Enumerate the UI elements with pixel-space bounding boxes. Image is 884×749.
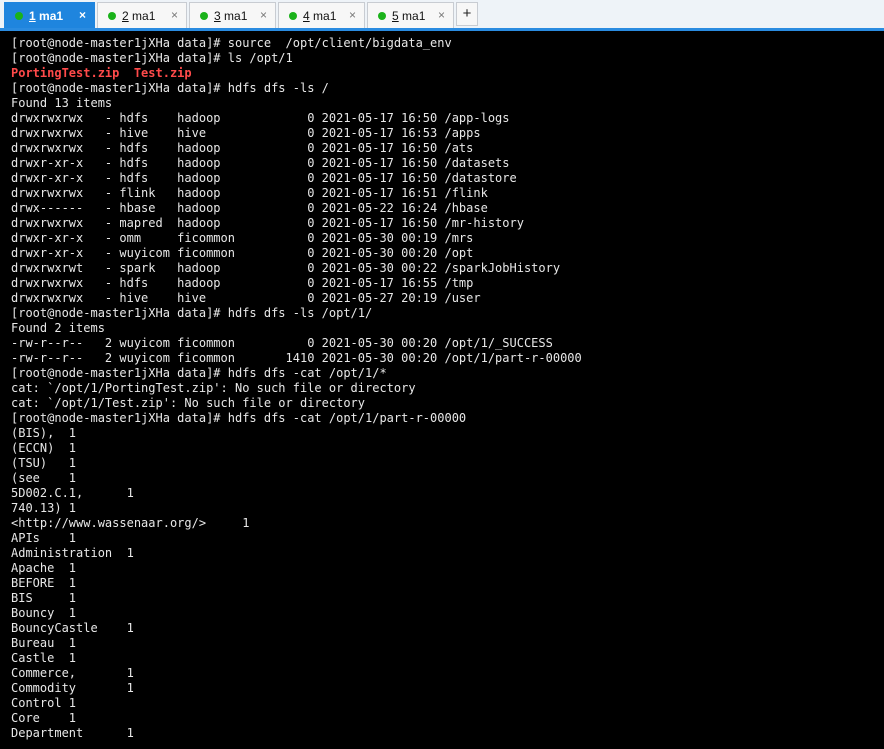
terminal-line: drwxrwxrwx - hdfs hadoop 0 2021-05-17 16… bbox=[11, 141, 474, 155]
connected-status-icon bbox=[289, 12, 297, 20]
terminal-line: 740.13) 1 bbox=[11, 501, 77, 515]
tab-session-5[interactable]: 5 ma1 × bbox=[367, 2, 454, 28]
terminal-line: Castle 1 bbox=[11, 651, 77, 665]
terminal-line: [root@node-master1jXHa data]# hdfs dfs -… bbox=[11, 81, 329, 95]
terminal-line: -rw-r--r-- 2 wuyicom ficommon 1410 2021-… bbox=[11, 351, 582, 365]
terminal-line: BIS 1 bbox=[11, 591, 77, 605]
terminal-line: Found 2 items bbox=[11, 321, 105, 335]
terminal-line: PortingTest.zip Test.zip bbox=[11, 66, 192, 80]
terminal-line: drwxrwxrwx - hdfs hadoop 0 2021-05-17 16… bbox=[11, 276, 474, 290]
terminal-line: drwxrwxrwx - hive hive 0 2021-05-17 16:5… bbox=[11, 126, 481, 140]
terminal-line: drwxrwxrwx - mapred hadoop 0 2021-05-17 … bbox=[11, 216, 524, 230]
terminal-line: Administration 1 bbox=[11, 546, 134, 560]
terminal-line: (BIS), 1 bbox=[11, 426, 77, 440]
tab-label: 4 ma1 bbox=[303, 9, 337, 23]
terminal-line: Commerce, 1 bbox=[11, 666, 134, 680]
connected-status-icon bbox=[200, 12, 208, 20]
terminal-line: Bureau 1 bbox=[11, 636, 77, 650]
terminal-line: (see 1 bbox=[11, 471, 77, 485]
terminal-line: drwxr-xr-x - wuyicom ficommon 0 2021-05-… bbox=[11, 246, 474, 260]
terminal-line: [root@node-master1jXHa data]# hdfs dfs -… bbox=[11, 411, 467, 425]
tab-bar: 1 ma1 × 2 ma1 × 3 ma1 × 4 ma1 × 5 ma1 × … bbox=[0, 0, 884, 31]
terminal-line: (ECCN) 1 bbox=[11, 441, 77, 455]
tab-session-2[interactable]: 2 ma1 × bbox=[97, 2, 187, 28]
terminal-line: Found 13 items bbox=[11, 96, 113, 110]
connected-status-icon bbox=[378, 12, 386, 20]
tab-label: 1 ma1 bbox=[29, 9, 64, 23]
connected-status-icon bbox=[15, 12, 23, 20]
terminal-line: 5D002.C.1, 1 bbox=[11, 486, 134, 500]
connected-status-icon bbox=[108, 12, 116, 20]
terminal-line: cat: `/opt/1/PortingTest.zip': No such f… bbox=[11, 381, 416, 395]
close-icon[interactable]: × bbox=[171, 8, 178, 22]
terminal-line: drwx------ - hbase hadoop 0 2021-05-22 1… bbox=[11, 201, 488, 215]
terminal-line: drwxrwxrwx - hive hive 0 2021-05-27 20:1… bbox=[11, 291, 481, 305]
terminal-line: APIs 1 bbox=[11, 531, 77, 545]
terminal-line: drwxrwxrwx - flink hadoop 0 2021-05-17 1… bbox=[11, 186, 488, 200]
terminal-line: drwxr-xr-x - omm ficommon 0 2021-05-30 0… bbox=[11, 231, 474, 245]
terminal-line: Core 1 bbox=[11, 711, 77, 725]
tab-session-3[interactable]: 3 ma1 × bbox=[189, 2, 276, 28]
add-tab-button[interactable]: + bbox=[456, 2, 478, 26]
tab-session-4[interactable]: 4 ma1 × bbox=[278, 2, 365, 28]
close-icon[interactable]: × bbox=[79, 8, 86, 22]
close-icon[interactable]: × bbox=[260, 8, 267, 22]
tab-label: 2 ma1 bbox=[122, 9, 156, 23]
terminal-line: Apache 1 bbox=[11, 561, 77, 575]
terminal-line: -rw-r--r-- 2 wuyicom ficommon 0 2021-05-… bbox=[11, 336, 553, 350]
terminal-line: Bouncy 1 bbox=[11, 606, 77, 620]
terminal-line: [root@node-master1jXHa data]# ls /opt/1 bbox=[11, 51, 293, 65]
terminal-line: Commodity 1 bbox=[11, 681, 134, 695]
tab-label: 3 ma1 bbox=[214, 9, 248, 23]
terminal-line: <http://www.wassenaar.org/> 1 bbox=[11, 516, 250, 530]
terminal-line: drwxrwxrwx - hdfs hadoop 0 2021-05-17 16… bbox=[11, 111, 510, 125]
terminal-line: drwxrwxrwt - spark hadoop 0 2021-05-30 0… bbox=[11, 261, 561, 275]
terminal-line: [root@node-master1jXHa data]# hdfs dfs -… bbox=[11, 306, 373, 320]
terminal-line: BEFORE 1 bbox=[11, 576, 77, 590]
terminal-line: cat: `/opt/1/Test.zip': No such file or … bbox=[11, 396, 366, 410]
terminal-line: [root@node-master1jXHa data]# source /op… bbox=[11, 36, 452, 50]
tab-session-1[interactable]: 1 ma1 × bbox=[4, 2, 95, 28]
terminal-line: Department 1 bbox=[11, 726, 134, 740]
close-icon[interactable]: × bbox=[438, 8, 445, 22]
terminal-line: [root@node-master1jXHa data]# hdfs dfs -… bbox=[11, 366, 387, 380]
terminal-line: drwxr-xr-x - hdfs hadoop 0 2021-05-17 16… bbox=[11, 171, 517, 185]
terminal-line: BouncyCastle 1 bbox=[11, 621, 134, 635]
terminal-line: (TSU) 1 bbox=[11, 456, 77, 470]
terminal-output[interactable]: [root@node-master1jXHa data]# source /op… bbox=[0, 31, 884, 749]
terminal-line: Control 1 bbox=[11, 696, 77, 710]
tab-label: 5 ma1 bbox=[392, 9, 426, 23]
terminal-line: drwxr-xr-x - hdfs hadoop 0 2021-05-17 16… bbox=[11, 156, 510, 170]
close-icon[interactable]: × bbox=[349, 8, 356, 22]
